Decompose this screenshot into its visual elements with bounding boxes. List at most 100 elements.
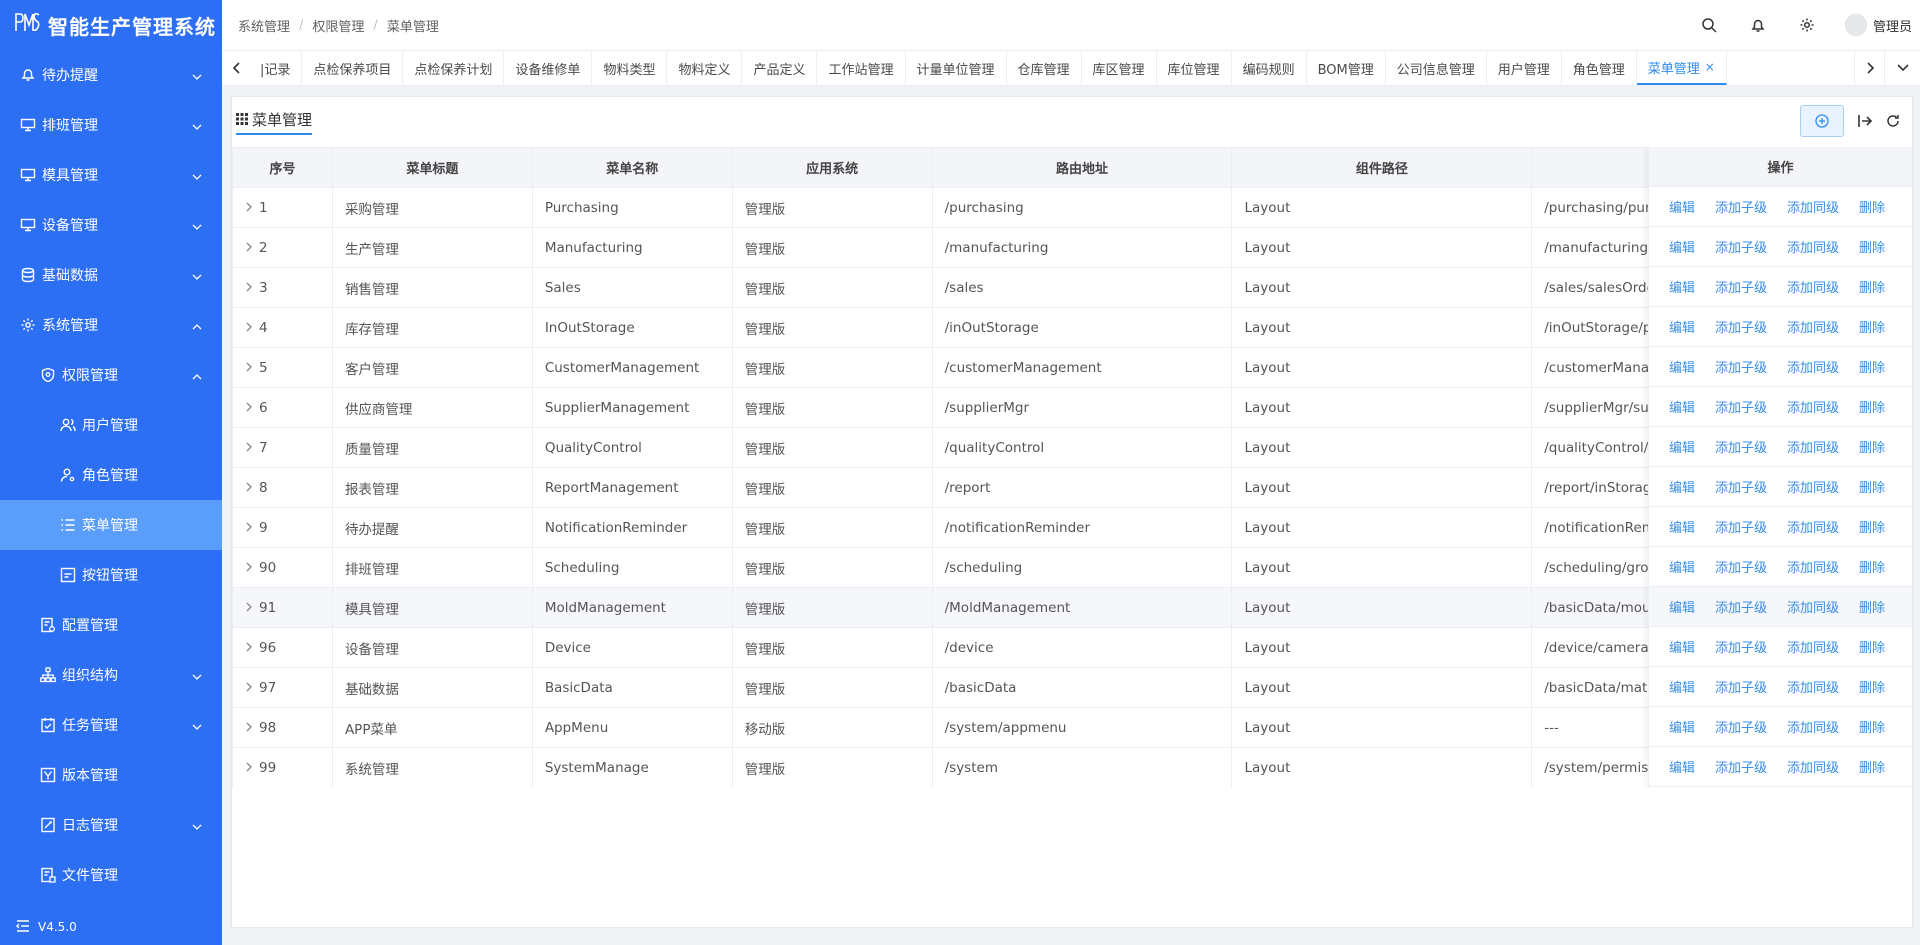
tab[interactable]: 角色管理 [1562,51,1637,85]
add-sibling-link[interactable]: 添加同级 [1787,557,1839,576]
edit-link[interactable]: 编辑 [1669,677,1695,696]
sidebar-item[interactable]: 菜单管理 [0,500,222,550]
add-sibling-link[interactable]: 添加同级 [1787,437,1839,456]
tab[interactable]: 公司信息管理 [1386,51,1487,85]
expand-row-icon[interactable] [245,281,259,295]
delete-link[interactable]: 删除 [1859,317,1885,336]
sidebar-item[interactable]: 基础数据 [0,250,222,300]
tab[interactable]: 设备维修单 [504,51,593,85]
add-child-link[interactable]: 添加子级 [1715,237,1767,256]
add-sibling-link[interactable]: 添加同级 [1787,397,1839,416]
delete-link[interactable]: 删除 [1859,237,1885,256]
tab[interactable]: 库位管理 [1157,51,1232,85]
delete-link[interactable]: 删除 [1859,357,1885,376]
tab[interactable]: 点检保养项目 [302,51,404,85]
tab[interactable]: 用户管理 [1487,51,1562,85]
add-child-link[interactable]: 添加子级 [1715,197,1767,216]
sidebar-item[interactable]: 日志管理 [0,800,222,850]
tab[interactable]: BOM管理 [1307,51,1386,85]
delete-link[interactable]: 删除 [1859,397,1885,416]
edit-link[interactable]: 编辑 [1669,557,1695,576]
breadcrumb-item[interactable]: 系统管理 [238,16,290,35]
expand-row-icon[interactable] [245,441,259,455]
delete-link[interactable]: 删除 [1859,757,1885,776]
export-icon[interactable] [1856,112,1874,130]
add-child-link[interactable]: 添加子级 [1715,277,1767,296]
expand-row-icon[interactable] [245,761,259,775]
sidebar-item[interactable]: 角色管理 [0,450,222,500]
gear-icon[interactable] [1796,14,1818,36]
edit-link[interactable]: 编辑 [1669,477,1695,496]
add-child-link[interactable]: 添加子级 [1715,317,1767,336]
add-sibling-link[interactable]: 添加同级 [1787,757,1839,776]
edit-link[interactable]: 编辑 [1669,517,1695,536]
edit-link[interactable]: 编辑 [1669,597,1695,616]
expand-row-icon[interactable] [245,721,259,735]
tab[interactable]: 点检保养计划 [403,51,505,85]
tab[interactable]: 仓库管理 [1007,51,1082,85]
add-sibling-link[interactable]: 添加同级 [1787,677,1839,696]
breadcrumb-item[interactable]: 权限管理 [312,16,364,35]
edit-link[interactable]: 编辑 [1669,397,1695,416]
add-child-link[interactable]: 添加子级 [1715,397,1767,416]
delete-link[interactable]: 删除 [1859,597,1885,616]
sidebar-item[interactable]: 设备管理 [0,200,222,250]
delete-link[interactable]: 删除 [1859,277,1885,296]
edit-link[interactable]: 编辑 [1669,717,1695,736]
delete-link[interactable]: 删除 [1859,437,1885,456]
expand-row-icon[interactable] [245,201,259,215]
tab[interactable]: 工作站管理 [817,51,906,85]
add-child-link[interactable]: 添加子级 [1715,597,1767,616]
expand-row-icon[interactable] [245,641,259,655]
expand-row-icon[interactable] [245,321,259,335]
add-sibling-link[interactable]: 添加同级 [1787,317,1839,336]
add-sibling-link[interactable]: 添加同级 [1787,477,1839,496]
user-name[interactable]: 管理员 [1873,16,1912,35]
expand-row-icon[interactable] [245,681,259,695]
sidebar-item[interactable]: 任务管理 [0,700,222,750]
tab[interactable]: 物料类型 [592,51,668,85]
sidebar-item[interactable]: 组织结构 [0,650,222,700]
avatar[interactable] [1844,14,1867,36]
sidebar-item[interactable]: 模具管理 [0,150,222,200]
sidebar-item[interactable]: 配置管理 [0,600,222,650]
add-child-link[interactable]: 添加子级 [1715,677,1767,696]
add-sibling-link[interactable]: 添加同级 [1787,597,1839,616]
edit-link[interactable]: 编辑 [1669,637,1695,656]
close-icon[interactable]: × [1705,60,1715,74]
delete-link[interactable]: 删除 [1859,477,1885,496]
tab[interactable]: 菜单管理 × [1636,51,1727,85]
expand-row-icon[interactable] [245,361,259,375]
tab[interactable]: |记录 [252,51,303,85]
tabs-dropdown-icon[interactable] [1884,51,1920,85]
add-child-link[interactable]: 添加子级 [1715,437,1767,456]
add-menu-button[interactable] [1800,105,1844,137]
delete-link[interactable]: 删除 [1859,557,1885,576]
add-child-link[interactable]: 添加子级 [1715,477,1767,496]
add-child-link[interactable]: 添加子级 [1715,757,1767,776]
expand-row-icon[interactable] [245,561,259,575]
delete-link[interactable]: 删除 [1859,197,1885,216]
sidebar-item[interactable]: 权限管理 [0,350,222,400]
sidebar-item[interactable]: 排班管理 [0,100,222,150]
bell-icon[interactable] [1747,14,1769,36]
user-menu[interactable]: 管理员 [1844,14,1912,36]
tab[interactable]: 库区管理 [1082,51,1157,85]
add-child-link[interactable]: 添加子级 [1715,557,1767,576]
tab[interactable]: 物料定义 [667,51,743,85]
expand-row-icon[interactable] [245,521,259,535]
sidebar-item[interactable]: 版本管理 [0,750,222,800]
edit-link[interactable]: 编辑 [1669,757,1695,776]
delete-link[interactable]: 删除 [1859,637,1885,656]
sidebar-item[interactable]: 用户管理 [0,400,222,450]
add-child-link[interactable]: 添加子级 [1715,517,1767,536]
tabs-scroll-right-icon[interactable] [1854,51,1884,85]
delete-link[interactable]: 删除 [1859,717,1885,736]
delete-link[interactable]: 删除 [1859,517,1885,536]
collapse-menu-icon[interactable] [16,919,30,935]
add-sibling-link[interactable]: 添加同级 [1787,277,1839,296]
edit-link[interactable]: 编辑 [1669,357,1695,376]
version-bar[interactable]: V4.5.0 [0,909,222,945]
add-child-link[interactable]: 添加子级 [1715,717,1767,736]
add-sibling-link[interactable]: 添加同级 [1787,637,1839,656]
